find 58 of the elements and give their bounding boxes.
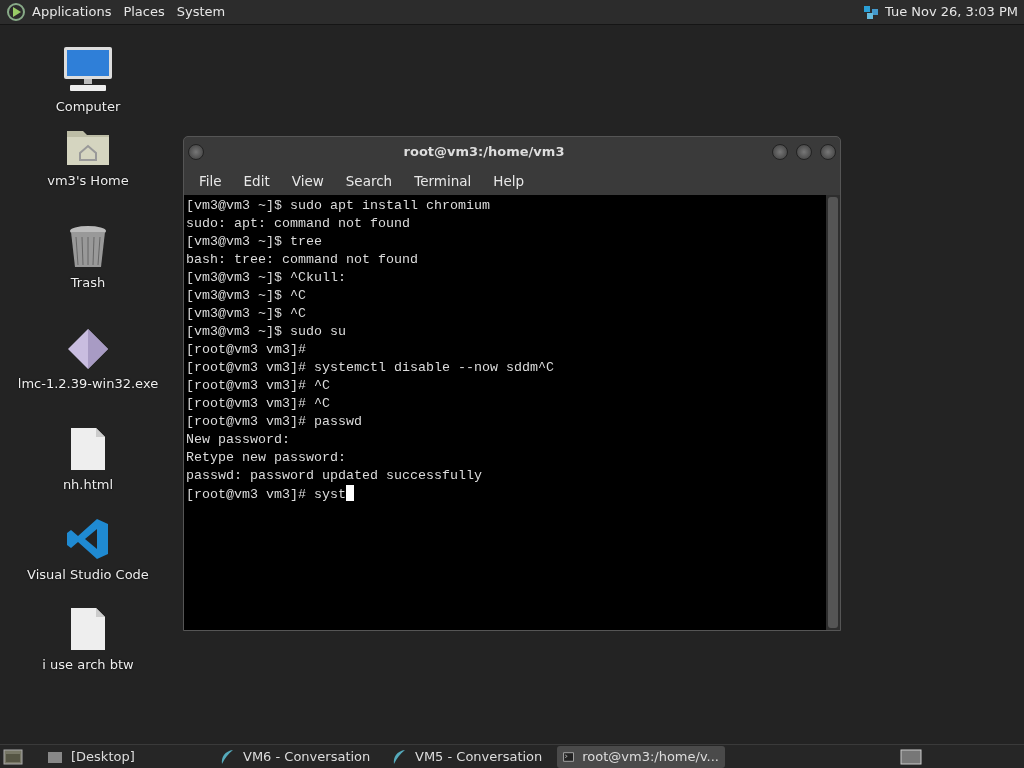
terminal-line: [vm3@vm3 ~]$ ^Ckull: <box>186 269 347 287</box>
panel-menu[interactable]: System <box>170 2 232 22</box>
icon-label[interactable]: nh.html <box>62 475 114 495</box>
folder-icon <box>47 749 63 764</box>
minimize-button[interactable] <box>772 144 788 160</box>
terminal-line: [root@vm3 vm3]# ^C <box>186 395 331 413</box>
clock[interactable]: Tue Nov 26, 3:03 PM <box>884 2 1018 22</box>
icon-label[interactable]: i use arch btw <box>42 655 134 675</box>
taskbar-button[interactable]: VM6 - Conversation <box>213 745 381 768</box>
taskbar-button[interactable]: root@vm3:/home/v... <box>557 745 725 768</box>
terminal-icon <box>563 749 575 764</box>
panel-menu[interactable]: Places <box>117 2 171 22</box>
taskbar-button[interactable]: [Desktop] <box>41 745 209 768</box>
document-icon[interactable] <box>70 427 106 471</box>
scrollbar[interactable] <box>826 195 840 630</box>
terminal-line: [vm3@vm3 ~]$ sudo apt install chromium <box>186 197 491 215</box>
terminal-line: New password: <box>186 431 291 449</box>
window-title: root@vm3:/home/vm3 <box>402 143 566 162</box>
feather-icon <box>391 748 407 765</box>
icon-label[interactable]: Computer <box>55 97 121 117</box>
code-editor-icon[interactable] <box>66 517 110 561</box>
terminal-line: [root@vm3 vm3]# passwd <box>186 413 363 431</box>
terminal-line: Retype new password: <box>186 449 347 467</box>
terminal-line: passwd: password updated successfully <box>186 467 483 485</box>
menu-item[interactable]: Search <box>334 170 404 192</box>
terminal-line: [root@vm3 vm3]# <box>186 341 307 359</box>
network-icon[interactable] <box>862 4 879 20</box>
menu-item[interactable]: Edit <box>232 170 281 192</box>
show-desktop-icon[interactable] <box>3 748 23 765</box>
terminal-line: [vm3@vm3 ~]$ tree <box>186 233 323 251</box>
maximize-button[interactable] <box>796 144 812 160</box>
terminal-line: [vm3@vm3 ~]$ ^C <box>186 287 307 305</box>
menu-item[interactable]: Terminal <box>403 170 483 192</box>
taskbar-button[interactable]: VM5 - Conversation <box>385 745 553 768</box>
terminal-line: sudo: apt: command not found <box>186 215 411 233</box>
terminal-line: bash: tree: command not found <box>186 251 419 269</box>
menu-item[interactable]: Help <box>482 170 536 192</box>
panel-menu[interactable]: Applications <box>26 2 118 22</box>
feather-icon <box>219 748 235 765</box>
icon-label[interactable]: lmc-1.2.39-win32.exe <box>17 374 159 394</box>
menu-item[interactable]: File <box>188 170 233 192</box>
app-menu-icon[interactable] <box>6 2 26 22</box>
terminal-line: [vm3@vm3 ~]$ ^C <box>186 305 307 323</box>
window-menu-button[interactable] <box>188 144 204 160</box>
terminal-line: [root@vm3 vm3]# systemctl disable --now sddm^C <box>186 359 555 377</box>
icon-label[interactable]: Visual Studio Code <box>27 565 149 585</box>
menu-item[interactable]: View <box>280 170 335 192</box>
workspace-icon[interactable] <box>900 748 922 765</box>
terminal-line: [root@vm3 vm3]# syst <box>186 485 824 504</box>
close-button[interactable] <box>820 144 836 160</box>
icon-label[interactable]: vm3's Home <box>47 171 129 191</box>
trash-icon[interactable] <box>68 225 108 269</box>
terminal-line: [root@vm3 vm3]# ^C <box>186 377 331 395</box>
terminal-line: [vm3@vm3 ~]$ sudo su <box>186 323 347 341</box>
icon-label[interactable]: Trash <box>70 273 106 293</box>
document-icon[interactable] <box>70 607 106 651</box>
monitor-icon[interactable] <box>62 45 114 93</box>
diamond-icon[interactable] <box>67 328 109 370</box>
